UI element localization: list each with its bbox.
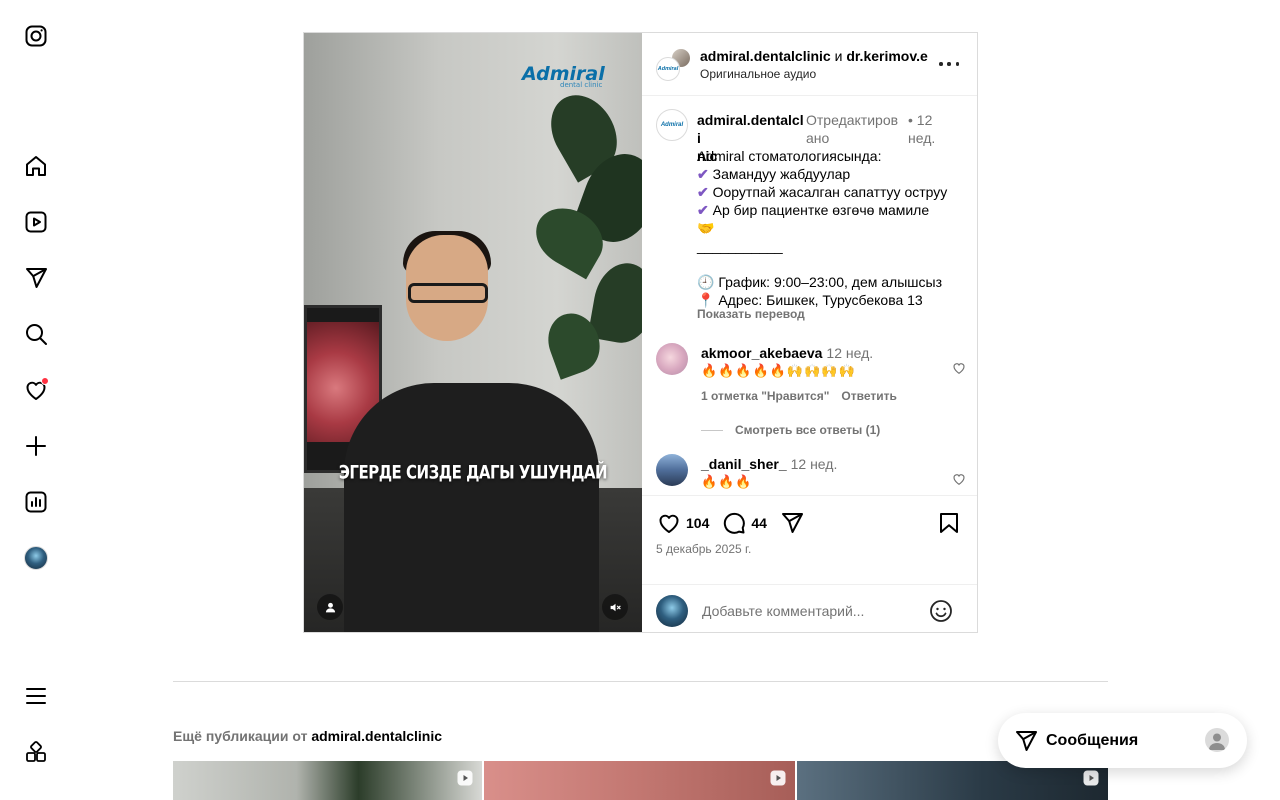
comment-like-heart-icon[interactable] (952, 472, 966, 486)
post-authors: admiral.dentalclinic и dr.kerimov.e (700, 48, 928, 64)
sidebar-nav (0, 0, 72, 800)
notification-dot (41, 377, 49, 385)
home-icon[interactable] (22, 152, 50, 180)
reels-icon[interactable] (22, 208, 50, 236)
post-video[interactable]: Admiral dental clinic ЭГЕРДЕ СИЗДЕ ДАГЫ У… (304, 33, 642, 632)
send-icon[interactable] (22, 264, 50, 292)
comment-text: 🔥🔥🔥 (701, 474, 753, 489)
reel-icon (1083, 770, 1099, 786)
author-link[interactable]: admiral.dentalclinic (700, 48, 831, 64)
profile-avatar[interactable] (22, 544, 50, 572)
comments-scroll-area[interactable]: Admiral admiral.dentalcli nic Отредактиро… (642, 97, 977, 495)
comment-avatar[interactable] (656, 454, 688, 486)
check-icon: ✔ (697, 184, 709, 200)
messages-label: Сообщения (1046, 732, 1139, 749)
view-replies-link[interactable]: Смотреть все ответы (1) (701, 423, 880, 437)
caption-time[interactable]: • 12 нед. (908, 111, 958, 147)
comment-username[interactable]: _danil_sher_ (701, 456, 787, 472)
caption-author-avatar[interactable]: Admiral (656, 109, 688, 141)
reel-icon (457, 770, 473, 786)
post-actions: 104 44 5 декабрь 2025 г. (642, 495, 977, 633)
caption-text: Admiral стоматологиясында: ✔ Замандуу жа… (697, 147, 969, 309)
more-post-thumbnail[interactable] (484, 761, 795, 800)
tagged-users-button[interactable] (317, 594, 343, 620)
post-header: Admiral admiral.dentalclinic и dr.kerimo… (642, 33, 977, 96)
more-posts-account-link[interactable]: admiral.dentalclinic (311, 728, 442, 744)
section-divider (173, 681, 1108, 682)
comment-time[interactable]: 12 нед. (791, 456, 838, 472)
post-side-panel: Admiral admiral.dentalclinic и dr.kerimo… (642, 33, 977, 632)
emoji-icon[interactable] (929, 599, 953, 623)
comment-like-heart-icon[interactable] (952, 361, 966, 375)
check-icon: ✔ (697, 202, 709, 218)
coauthor-link[interactable]: dr.kerimov.e (846, 48, 927, 64)
mute-button[interactable] (602, 594, 628, 620)
stats-icon[interactable] (22, 488, 50, 516)
messages-avatar (1205, 728, 1229, 752)
edited-label: Отредактиров ано (806, 112, 899, 146)
likes-count[interactable]: 104 (686, 515, 709, 531)
reply-button[interactable]: Ответить (841, 389, 896, 403)
post-date[interactable]: 5 декабрь 2025 г. (656, 542, 751, 556)
instagram-icon[interactable] (22, 22, 50, 50)
add-comment-row (642, 584, 977, 634)
more-options-icon[interactable] (939, 55, 959, 73)
send-icon (1016, 731, 1037, 751)
share-icon[interactable] (779, 510, 805, 536)
show-translation-link[interactable]: Показать перевод (697, 307, 805, 321)
search-icon[interactable] (22, 320, 50, 348)
video-caption-overlay: ЭГЕРДЕ СИЗДЕ ДАГЫ УШУНДАЙ (338, 460, 608, 484)
comment-avatar[interactable] (656, 343, 688, 375)
current-user-avatar (656, 595, 688, 627)
comment-icon[interactable] (721, 510, 747, 536)
comment-input[interactable] (702, 597, 912, 625)
check-icon: ✔ (697, 166, 709, 182)
audio-link[interactable]: Оригинальное аудио (700, 67, 816, 81)
bookmark-icon[interactable] (936, 510, 962, 536)
more-post-thumbnail[interactable] (173, 761, 482, 800)
comments-count[interactable]: 44 (751, 515, 767, 531)
comment-likes-count[interactable]: 1 отметка "Нравится" (701, 389, 829, 403)
post-card: Admiral dental clinic ЭГЕРДЕ СИЗДЕ ДАГЫ У… (303, 32, 978, 633)
comment-time[interactable]: 12 нед. (826, 345, 873, 361)
admiral-avatar: Admiral (656, 57, 680, 81)
apps-icon[interactable] (22, 738, 50, 766)
handshake-emoji: 🤝 (697, 220, 715, 236)
author-avatars[interactable]: Admiral (656, 47, 692, 81)
comment-username[interactable]: akmoor_akebaeva (701, 345, 822, 361)
more-posts-title: Ещё публикации от admiral.dentalclinic (173, 728, 443, 744)
pin-icon: 📍 (697, 292, 715, 308)
brand-logo: Admiral dental clinic (522, 63, 605, 89)
comment-text: 🔥🔥🔥🔥🔥🙌🙌🙌🙌 (701, 363, 856, 378)
messages-button[interactable]: Сообщения (998, 713, 1247, 768)
reel-icon (770, 770, 786, 786)
speaker-muted-icon (610, 603, 621, 611)
like-heart-icon[interactable] (656, 510, 682, 536)
notifications-heart-icon[interactable] (22, 376, 50, 404)
menu-icon[interactable] (22, 682, 50, 710)
clock-icon: 🕘 (697, 274, 715, 290)
create-icon[interactable] (22, 432, 50, 460)
user-icon (325, 602, 335, 612)
